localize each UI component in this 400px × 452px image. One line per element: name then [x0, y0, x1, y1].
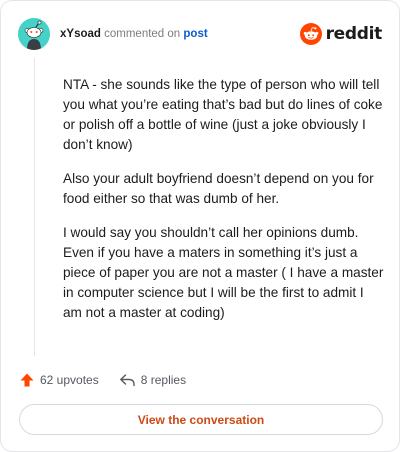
comment-actions: 62 upvotes 8 replies	[19, 370, 186, 390]
snoo-avatar-icon	[18, 18, 50, 50]
user-avatar[interactable]	[18, 18, 50, 50]
comment-body: NTA - she sounds like the type of person…	[63, 75, 385, 337]
comment-paragraph: Also your adult boyfriend doesn’t depend…	[63, 171, 374, 206]
upvote-arrow-icon	[20, 373, 34, 387]
comment-paragraph: NTA - she sounds like the type of person…	[63, 77, 383, 152]
comment-embed-card: xYsoad commented on post reddit NTA - sh…	[0, 0, 400, 452]
view-conversation-button[interactable]: View the conversation	[19, 404, 383, 435]
comment-meta: xYsoad commented on post	[60, 27, 208, 41]
replies-button[interactable]: 8 replies	[119, 372, 186, 388]
upvote-count: 62 upvotes	[40, 373, 99, 387]
reddit-logo-icon	[299, 23, 322, 45]
comment-author[interactable]: xYsoad	[60, 28, 101, 40]
reply-arrow-icon	[119, 374, 135, 387]
comment-header: xYsoad commented on post reddit	[18, 18, 382, 50]
post-link[interactable]: post	[183, 28, 207, 40]
thread-line	[34, 58, 35, 356]
upvote-button[interactable]: 62 upvotes	[19, 372, 99, 388]
comment-paragraph: I would say you shouldn’t call her opini…	[63, 225, 384, 320]
commented-on-text: commented on	[104, 28, 181, 40]
reddit-wordmark: reddit	[325, 24, 383, 44]
reddit-brand[interactable]: reddit	[299, 23, 383, 45]
reply-count: 8 replies	[140, 373, 187, 387]
